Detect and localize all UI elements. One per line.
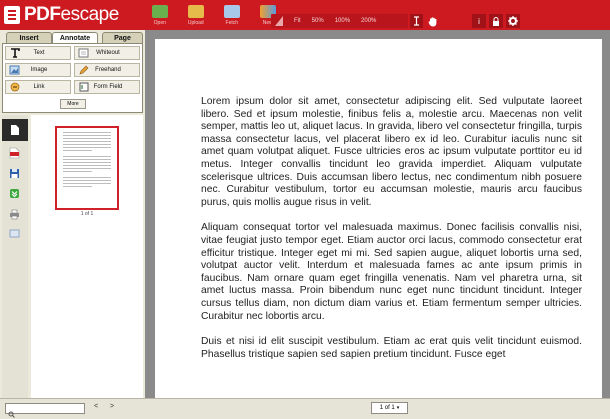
pdfescape-logo: PDFescape xyxy=(4,0,119,30)
download-icon[interactable] xyxy=(7,186,22,201)
form-field-tool-label: Form Field xyxy=(93,84,123,90)
left-panel: Insert Annotate Page Text Whiteout Image… xyxy=(0,30,145,398)
more-button[interactable]: More xyxy=(60,99,86,109)
form-field-icon xyxy=(77,81,90,93)
logo-document-icon xyxy=(4,6,20,24)
sidebar-tabs: Insert Annotate Page xyxy=(2,32,143,43)
sidebar-icon-strip xyxy=(2,115,28,398)
upload-label: Upload xyxy=(187,20,204,26)
image-tool-label: Image xyxy=(30,67,48,73)
fetch-label: Fetch xyxy=(225,20,239,26)
page-thumbnails-icon[interactable] xyxy=(2,119,28,141)
link-icon xyxy=(8,81,21,93)
zoom-200[interactable]: 200% xyxy=(361,18,376,24)
text-t-icon xyxy=(8,47,21,59)
page-select-value: 1 of 1 xyxy=(379,405,395,411)
document-viewport[interactable]: Lorem ipsum dolor sit amet, consectetur … xyxy=(145,30,610,409)
page-select[interactable]: 1 of 1 ▾ xyxy=(371,402,408,414)
print-icon[interactable] xyxy=(7,207,22,222)
zoom-100[interactable]: 100% xyxy=(335,18,350,24)
fetch-button[interactable]: Fetch xyxy=(217,2,247,28)
next-result-button[interactable]: > xyxy=(110,403,114,410)
tab-annotate[interactable]: Annotate xyxy=(52,32,98,43)
gear-icon[interactable] xyxy=(506,14,520,28)
tab-page[interactable]: Page xyxy=(102,32,143,43)
pdf-document-icon[interactable] xyxy=(7,145,22,160)
link-tool-button[interactable]: Link xyxy=(5,80,71,94)
text-cursor-icon[interactable] xyxy=(410,14,423,28)
file-tools: Open Upload Fetch New xyxy=(145,2,283,28)
text-tool-button[interactable]: Text xyxy=(5,46,71,60)
link-tool-label: Link xyxy=(33,84,45,90)
previous-result-button[interactable]: < xyxy=(94,403,98,410)
save-icon[interactable] xyxy=(7,166,22,181)
text-tool-label: Text xyxy=(33,50,45,56)
fetch-icon xyxy=(223,5,240,18)
zoom-level-icon xyxy=(275,16,283,26)
whiteout-icon xyxy=(77,47,90,59)
zoom-bar: Fit 50% 100% 200% xyxy=(271,14,408,28)
paragraph-1: Lorem ipsum dolor sit amet, consectetur … xyxy=(201,96,582,208)
image-icon xyxy=(8,64,21,76)
tab-insert[interactable]: Insert xyxy=(6,32,52,43)
paragraph-3: Duis et nisi id elit suscipit vestibulum… xyxy=(201,336,582,360)
image-tool-button[interactable]: Image xyxy=(5,63,71,77)
search-box[interactable] xyxy=(5,403,85,418)
logo-text-bold: PDF xyxy=(24,4,61,25)
thumbnail-page-label: 1 of 1 xyxy=(80,211,94,217)
page-body-text: Lorem ipsum dolor sit amet, consectetur … xyxy=(201,96,582,374)
upload-folder-icon xyxy=(187,5,204,18)
pencil-icon xyxy=(77,64,90,76)
thumbnail-area: 1 of 1 xyxy=(31,115,143,398)
pdf-page[interactable]: Lorem ipsum dolor sit amet, consectetur … xyxy=(155,39,602,409)
logo-text-light: escape xyxy=(60,4,120,25)
zoom-fit[interactable]: Fit xyxy=(294,18,301,24)
upload-button[interactable]: Upload xyxy=(181,2,211,28)
lock-icon[interactable] xyxy=(489,14,503,28)
form-field-tool-button[interactable]: Form Field xyxy=(74,80,140,94)
page-layout-icon[interactable] xyxy=(7,226,22,241)
info-label: i xyxy=(478,16,480,26)
freehand-tool-label: Freehand xyxy=(95,67,121,73)
annotate-tool-panel: Text Whiteout Image Freehand Link Form F… xyxy=(2,43,143,113)
search-icon xyxy=(8,405,15,419)
whiteout-tool-button[interactable]: Whiteout xyxy=(74,46,140,60)
open-label: Open xyxy=(153,20,166,26)
page-thumbnail[interactable] xyxy=(55,126,119,210)
open-button[interactable]: Open xyxy=(145,2,175,28)
whiteout-tool-label: Whiteout xyxy=(96,50,120,56)
right-toolbar-icons: i xyxy=(472,14,520,28)
open-folder-icon xyxy=(151,5,168,18)
bottom-bar: < > 1 of 1 ▾ xyxy=(0,398,610,419)
paragraph-2: Aliquam consequat tortor vel malesuada m… xyxy=(201,222,582,322)
cursor-tools xyxy=(410,14,439,28)
hand-icon[interactable] xyxy=(426,14,439,28)
search-input[interactable] xyxy=(16,404,84,413)
info-icon[interactable]: i xyxy=(472,14,486,28)
freehand-tool-button[interactable]: Freehand xyxy=(74,63,140,77)
zoom-50[interactable]: 50% xyxy=(312,18,324,24)
chevron-down-icon: ▾ xyxy=(396,405,400,411)
